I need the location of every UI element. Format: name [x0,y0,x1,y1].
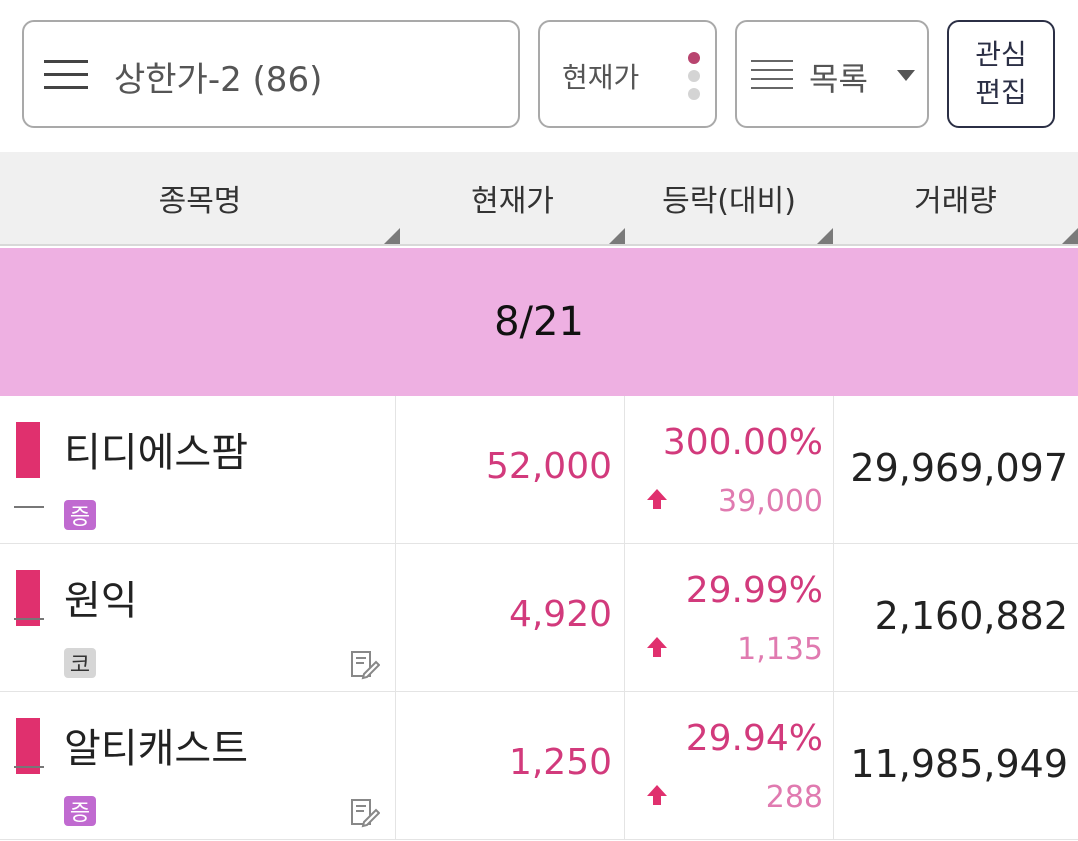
line-marker [14,506,44,508]
column-header-change[interactable]: 등락(대비) [625,152,833,244]
change-cell: 300.00% 39,000 [626,396,834,543]
up-arrow-icon [647,785,667,805]
table-header: 종목명 현재가 등락(대비) 거래량 [0,152,1078,246]
table-row[interactable]: 알티캐스트 증 1,250 29.94% 288 11,985,949 [0,692,1078,840]
sort-corner-icon [384,228,400,244]
column-header-name-label: 종목명 [158,184,242,219]
current-price: 1,250 [508,742,612,783]
stock-name: 알티캐스트 [64,726,248,772]
line-marker [14,618,44,620]
favorite-edit-label-line2: 편집 [975,76,1027,109]
name-cell: 티디에스팜 증 [0,396,396,543]
column-header-price[interactable]: 현재가 [400,152,625,244]
change-percent: 300.00% [662,422,823,463]
column-header-name[interactable]: 종목명 [0,152,400,244]
change-percent: 29.99% [685,570,823,611]
volume-cell: 11,985,949 [835,692,1078,839]
current-price: 4,920 [508,594,612,635]
date-label: 8/21 [494,299,584,345]
change-amount: 1,135 [737,632,823,667]
list-dropdown-label: 목록 [809,60,868,98]
table-row[interactable]: 티디에스팜 증 52,000 300.00% 39,000 29,969,097 [0,396,1078,544]
volume: 11,985,949 [850,742,1068,786]
market-badge: 코 [64,648,96,678]
list-dropdown[interactable]: 목록 [735,20,929,128]
line-marker [14,766,44,768]
column-header-volume[interactable]: 거래량 [833,152,1078,244]
change-cell: 29.94% 288 [626,692,834,839]
condition-search-box[interactable]: 상한가-2 (86) [22,20,520,128]
change-cell: 29.99% 1,135 [626,544,834,691]
volume: 2,160,882 [874,594,1068,638]
list-icon [751,58,793,92]
price-toggle-label: 현재가 [562,61,640,94]
stock-name: 티디에스팜 [64,430,248,476]
status-marker [16,422,40,478]
change-amount: 39,000 [718,484,823,519]
favorite-edit-button[interactable]: 관심 편집 [947,20,1055,128]
change-percent: 29.94% [685,718,823,759]
column-header-change-label: 등락(대비) [662,184,796,219]
sort-corner-icon [1062,228,1078,244]
page-dots-icon [688,52,700,100]
sort-corner-icon [609,228,625,244]
up-arrow-icon [647,637,667,657]
column-header-volume-label: 거래량 [914,184,997,219]
column-header-price-label: 현재가 [471,184,554,219]
price-cell: 4,920 [397,544,625,691]
stock-name: 원익 [64,578,138,624]
favorite-edit-label-line1: 관심 [975,38,1027,71]
market-badge: 증 [64,796,96,826]
up-arrow-icon [647,489,667,509]
name-cell: 원익 코 [0,544,396,691]
price-cell: 52,000 [397,396,625,543]
volume-cell: 2,160,882 [835,544,1078,691]
memo-edit-icon[interactable] [350,798,380,828]
date-group-banner: 8/21 [0,248,1078,396]
volume-cell: 29,969,097 [835,396,1078,543]
price-cell: 1,250 [397,692,625,839]
sort-corner-icon [817,228,833,244]
table-row[interactable]: 원익 코 4,920 29.99% 1,135 2,160,882 [0,544,1078,692]
market-badge: 증 [64,500,96,530]
dropdown-caret-icon [897,70,915,81]
toolbar: 상한가-2 (86) 현재가 목록 관심 편집 [0,0,1078,150]
hamburger-menu-icon[interactable] [44,60,88,90]
current-price: 52,000 [486,446,612,487]
condition-title: 상한가-2 (86) [114,60,323,100]
price-toggle-button[interactable]: 현재가 [538,20,717,128]
volume: 29,969,097 [850,446,1068,490]
name-cell: 알티캐스트 증 [0,692,396,839]
change-amount: 288 [765,780,823,815]
memo-edit-icon[interactable] [350,650,380,680]
